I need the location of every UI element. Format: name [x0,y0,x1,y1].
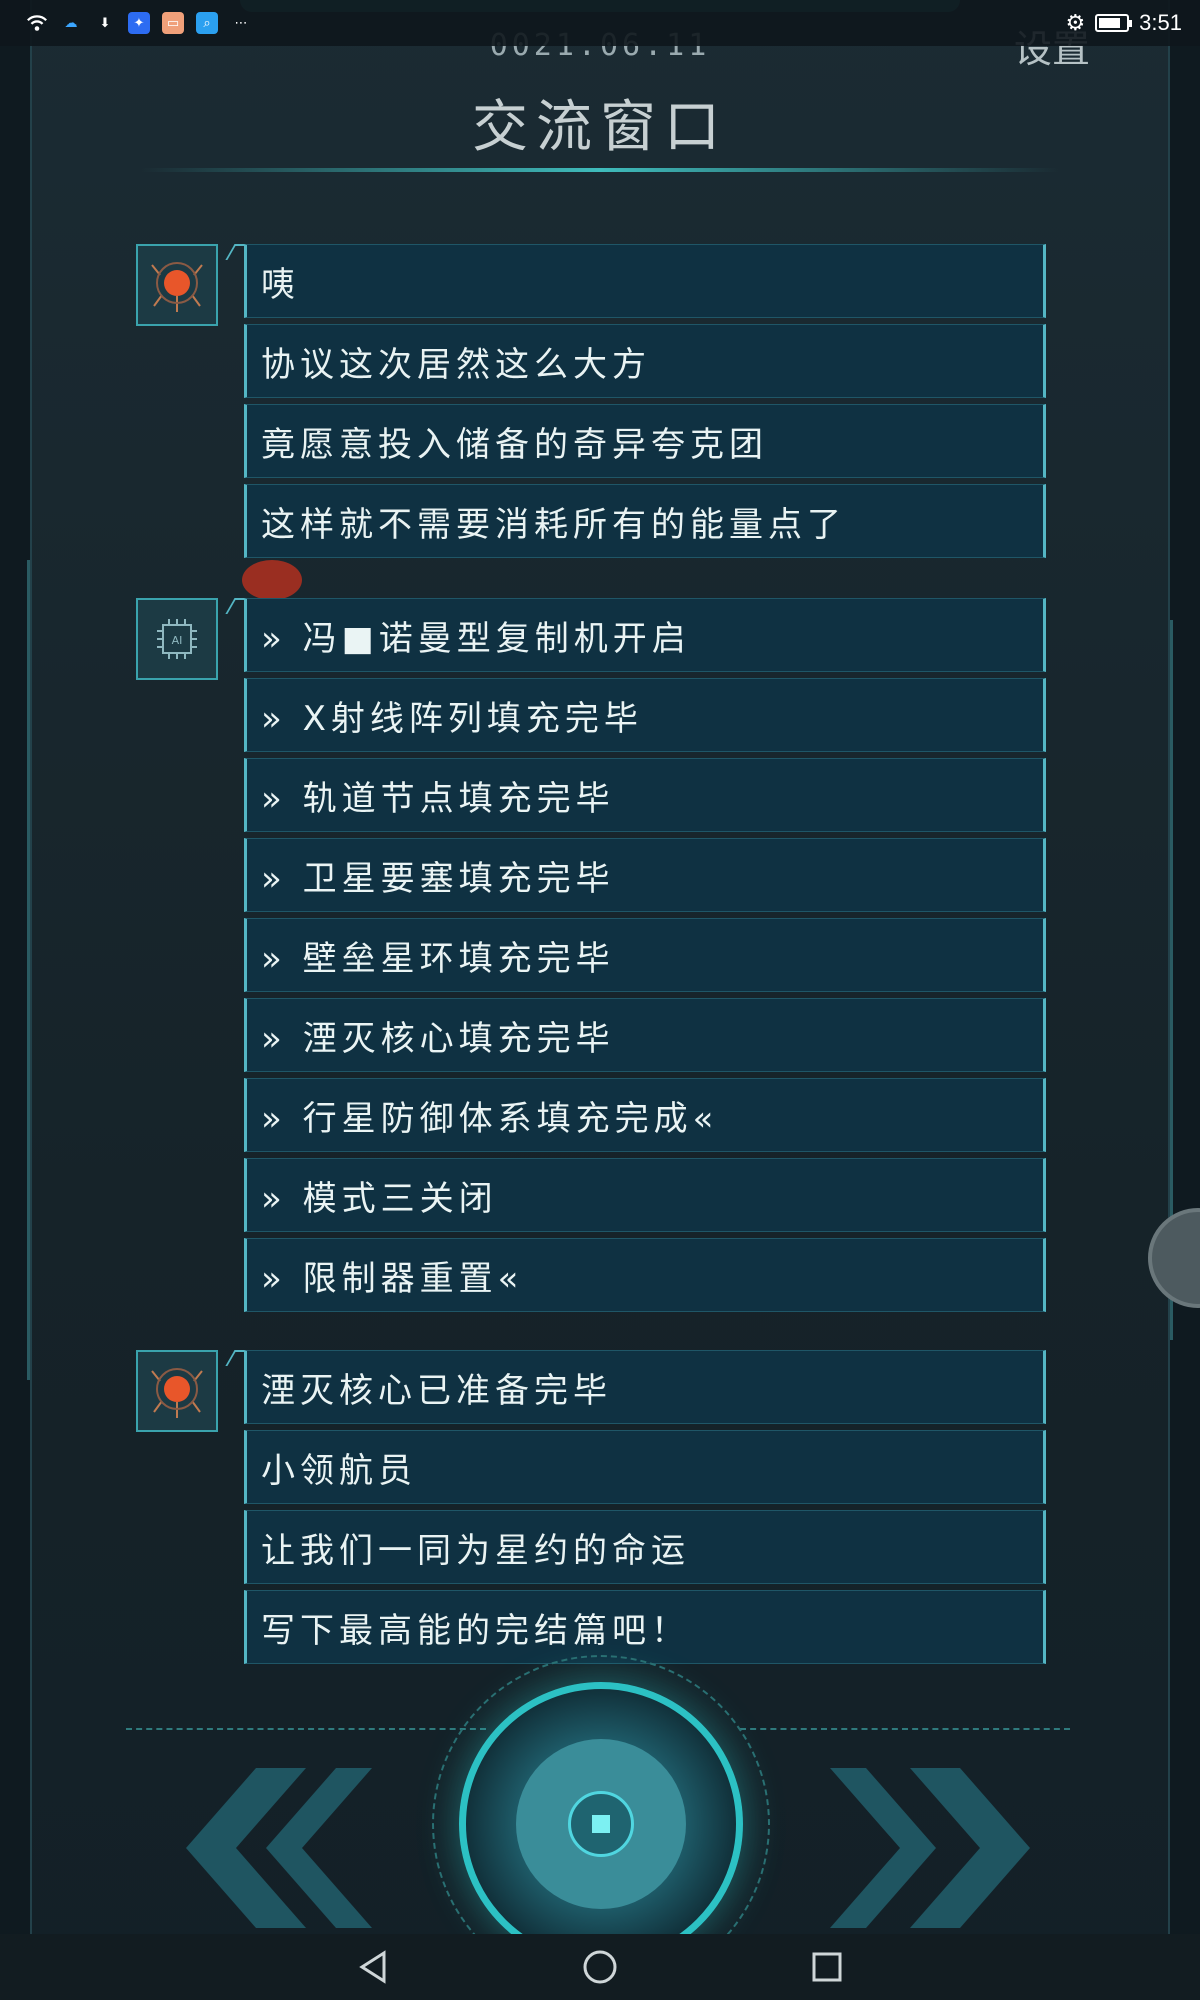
silent-icon: ⚙ [1065,10,1086,35]
center-inner-disc [516,1739,686,1909]
home-circle-icon[interactable] [580,1947,620,1987]
download-icon: ⬇ [99,15,111,31]
center-action-button[interactable] [459,1682,743,1966]
svg-text:AI: AI [172,634,183,647]
message-bubble: 竟愿意投入储备的奇异夸克团 [244,404,1046,478]
message-bubble: 湮灭核心已准备完毕 [244,1350,1046,1424]
character-avatar[interactable] [136,244,218,326]
status-icons: ☁ ⬇ ✦ ▭ ⌕ ⋯ [26,12,252,34]
message-list: » 冯■诺曼型复制机开启 » X射线阵列填充完毕 » 轨道节点填充完毕 » 卫星… [244,598,1184,1318]
left-dashed-line [126,1728,486,1730]
system-navbar [0,1934,1200,2000]
stop-icon [568,1791,634,1857]
decorative-blob [242,560,302,600]
ai-chip-icon: AI [157,619,197,659]
character-avatar-icon [151,1368,203,1418]
system-message: » 行星防御体系填充完成« [244,1078,1046,1152]
message-bubble: 小领航员 [244,1430,1046,1504]
message-bubble: 咦 [244,244,1046,318]
system-message: » 模式三关闭 [244,1158,1046,1232]
system-message: » 轨道节点填充完毕 [244,758,1046,832]
system-message: » X射线阵列填充完毕 [244,678,1046,752]
double-chevron-right-icon[interactable] [830,1768,1056,1928]
system-message: » 湮灭核心填充完毕 [244,998,1046,1072]
message-list: 咦 协议这次居然这么大方 竟愿意投入储备的奇异夸克团 这样就不需要消耗所有的能量… [244,244,1184,564]
system-message: » 卫星要塞填充完毕 [244,838,1046,912]
back-triangle-icon[interactable] [353,1947,393,1987]
ai-chip-avatar[interactable]: AI [136,598,218,680]
message-list: 湮灭核心已准备完毕 小领航员 让我们一同为星约的命运 写下最高能的完结篇吧！ [244,1350,1184,1670]
message-bubble: 这样就不需要消耗所有的能量点了 [244,484,1046,558]
page-title: 交流窗口 [472,95,728,160]
wifi-icon [26,12,48,34]
system-message: » 壁垒星环填充完毕 [244,918,1046,992]
more-icon: ⋯ [234,15,248,31]
message-bubble: 写下最高能的完结篇吧！ [244,1590,1046,1664]
bulb-app-icon: ✦ [128,12,150,34]
status-right: ⚙ 3:51 [1065,10,1182,36]
character-avatar[interactable] [136,1350,218,1432]
system-message: » 限制器重置« [244,1238,1046,1312]
recents-square-icon[interactable] [807,1947,847,1987]
left-rail [0,560,30,1380]
double-chevron-left-icon[interactable] [146,1768,372,1928]
character-avatar-icon [151,262,203,312]
right-dashed-line [740,1728,1070,1730]
battery-icon [1095,14,1133,32]
status-bar: ☁ ⬇ ✦ ▭ ⌕ ⋯ ⚙ 3:51 [0,0,1200,46]
chat-app-icon: ▭ [162,12,184,34]
search-app-icon: ⌕ [196,12,218,34]
cloud-icon: ☁ [64,15,78,31]
message-bubble: 协议这次居然这么大方 [244,324,1046,398]
title-divider [140,168,1060,172]
clock: 3:51 [1139,10,1182,35]
system-message: » 冯■诺曼型复制机开启 [244,598,1046,672]
message-bubble: 让我们一同为星约的命运 [244,1510,1046,1584]
